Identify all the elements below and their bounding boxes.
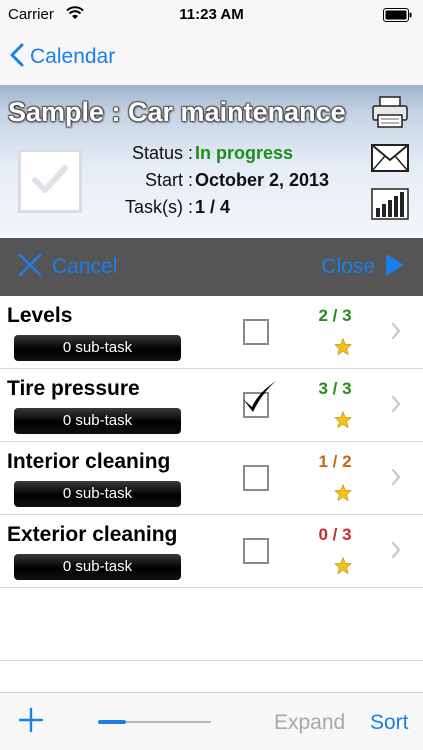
task-checkbox[interactable]: [243, 465, 269, 491]
star-icon[interactable]: [334, 410, 352, 433]
star-icon[interactable]: [334, 337, 352, 360]
start-value: October 2, 2013: [195, 170, 330, 190]
close-event-button[interactable]: Close: [321, 252, 405, 282]
task-count: 0 / 3: [318, 525, 352, 544]
tasks-value: 1 / 4: [195, 197, 231, 217]
status-label: Status :: [131, 143, 193, 163]
task-list: Levels 0 sub-task 2 / 3 Tire pressure 0 …: [0, 296, 423, 661]
chevron-right-icon[interactable]: [391, 541, 401, 564]
back-button[interactable]: Calendar: [10, 40, 115, 74]
action-bar: Cancel Close: [0, 238, 423, 296]
add-task-button[interactable]: [18, 707, 44, 738]
subtask-button[interactable]: 0 sub-task: [14, 554, 181, 580]
empty-row: [0, 588, 423, 661]
status-bar: Carrier 11:23 AM: [0, 0, 423, 30]
clock-label: 11:23 AM: [179, 6, 244, 23]
star-icon[interactable]: [334, 483, 352, 506]
star-icon[interactable]: [334, 556, 352, 579]
task-row[interactable]: Interior cleaning 0 sub-task 1 / 2: [0, 442, 423, 515]
chevron-right-icon[interactable]: [391, 395, 401, 418]
task-title: Interior cleaning: [7, 450, 171, 473]
close-icon: [18, 253, 42, 282]
chevron-left-icon: [10, 43, 24, 72]
page-title: Sample : Car maintenance: [8, 97, 346, 127]
play-icon: [385, 253, 405, 282]
printer-icon: [371, 95, 409, 133]
task-row[interactable]: Tire pressure 0 sub-task 3 / 3: [0, 369, 423, 442]
task-count: 3 / 3: [318, 379, 352, 398]
task-count: 2 / 3: [318, 306, 352, 325]
tasks-label: Task(s) :: [124, 197, 193, 217]
task-row[interactable]: Exterior cleaning 0 sub-task 0 / 3: [0, 515, 423, 588]
navigation-bar: Calendar: [0, 30, 423, 85]
task-checkbox[interactable]: [243, 319, 269, 345]
subtask-button[interactable]: 0 sub-task: [14, 481, 181, 507]
bar-chart-icon: [371, 187, 409, 225]
checkmark-icon: [240, 379, 278, 420]
start-label: Start :: [144, 170, 193, 190]
close-label: Close: [321, 255, 375, 278]
expand-button[interactable]: Expand: [274, 711, 345, 735]
subtask-button[interactable]: 0 sub-task: [14, 408, 181, 434]
bottom-toolbar: Expand Sort: [0, 692, 423, 750]
task-title: Levels: [7, 304, 73, 327]
back-label: Calendar: [30, 45, 116, 68]
task-title: Exterior cleaning: [7, 523, 178, 546]
subtask-button[interactable]: 0 sub-task: [14, 335, 181, 361]
email-button[interactable]: [371, 143, 409, 178]
task-title: Tire pressure: [7, 377, 140, 400]
print-button[interactable]: [371, 95, 409, 133]
event-header: Sample : Car maintenance Status : In pro…: [0, 85, 423, 238]
sort-button[interactable]: Sort: [370, 711, 409, 735]
task-checkbox[interactable]: [243, 538, 269, 564]
statistics-button[interactable]: [371, 187, 409, 225]
cancel-button[interactable]: Cancel: [18, 252, 117, 282]
mail-icon: [371, 143, 409, 178]
plus-icon: [18, 707, 44, 733]
battery-icon: [383, 8, 413, 27]
chevron-right-icon[interactable]: [391, 468, 401, 491]
chevron-right-icon[interactable]: [391, 322, 401, 345]
cancel-label: Cancel: [52, 255, 118, 278]
zoom-slider-fill: [98, 720, 126, 724]
task-count: 1 / 2: [318, 452, 352, 471]
task-row[interactable]: Levels 0 sub-task 2 / 3: [0, 296, 423, 369]
status-value: In progress: [195, 143, 294, 163]
